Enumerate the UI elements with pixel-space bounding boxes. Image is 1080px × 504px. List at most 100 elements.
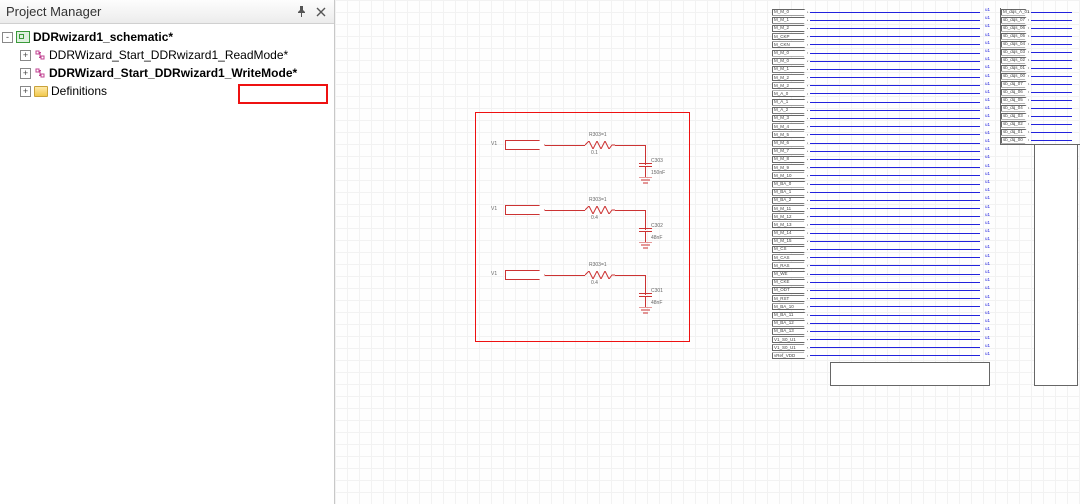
- port-icon[interactable]: [772, 25, 808, 32]
- pin-row[interactable]: M_M_1 u1: [772, 16, 992, 24]
- port-icon[interactable]: [772, 148, 808, 155]
- port-icon[interactable]: [1001, 57, 1029, 64]
- source-pin[interactable]: [505, 270, 545, 280]
- pin-row[interactable]: M_M_15 u1: [772, 237, 992, 245]
- resistor[interactable]: [585, 271, 615, 279]
- port-icon[interactable]: [772, 107, 808, 114]
- port-icon[interactable]: [1001, 33, 1029, 40]
- port-icon[interactable]: [1001, 25, 1029, 32]
- pin-row[interactable]: M_BA_2 u1: [772, 196, 992, 204]
- pin-row[interactable]: M_BA_12 u1: [772, 319, 992, 327]
- pin-row[interactable]: M_M_10 u1: [772, 172, 992, 180]
- rc-circuit[interactable]: V1 R303=1 0.4 C301 48nF: [505, 260, 675, 320]
- pin-row[interactable]: sb_dq_03: [1001, 112, 1080, 120]
- pin-row[interactable]: M_M_0 u1: [772, 8, 992, 16]
- pin-row[interactable]: M_BA_1 u1: [772, 188, 992, 196]
- port-icon[interactable]: [772, 74, 808, 81]
- pin-row[interactable]: M_CAS u1: [772, 254, 992, 262]
- port-icon[interactable]: [772, 33, 808, 40]
- pin-row[interactable]: M_BA_10 u1: [772, 303, 992, 311]
- port-icon[interactable]: [772, 230, 808, 237]
- port-icon[interactable]: [772, 181, 808, 188]
- pin-row[interactable]: M_BA_11 u1: [772, 311, 992, 319]
- port-icon[interactable]: [772, 50, 808, 57]
- expander-icon[interactable]: +: [20, 86, 31, 97]
- pin-row[interactable]: sb_dqs_03: [1001, 48, 1080, 56]
- port-icon[interactable]: [772, 279, 808, 286]
- pin-row[interactable]: M_M_2 u1: [772, 24, 992, 32]
- port-icon[interactable]: [1001, 49, 1029, 56]
- port-icon[interactable]: [772, 328, 808, 335]
- pin-row[interactable]: M_A_1 u1: [772, 98, 992, 106]
- pin-row[interactable]: M_dqs_A_01: [1001, 8, 1080, 16]
- rc-circuit[interactable]: V1 R303=1 0.1 C303 150nF: [505, 130, 675, 190]
- expander-icon[interactable]: +: [20, 50, 31, 61]
- pin-row[interactable]: sb_dq_05: [1001, 96, 1080, 104]
- port-icon[interactable]: [772, 156, 808, 163]
- port-icon[interactable]: [772, 115, 808, 122]
- port-icon[interactable]: [772, 295, 808, 302]
- pin-row[interactable]: sb_dq_04: [1001, 104, 1080, 112]
- pin-row[interactable]: sb_dqs_04: [1001, 40, 1080, 48]
- pin-row[interactable]: M_M_2 u1: [772, 82, 992, 90]
- port-icon[interactable]: [772, 66, 808, 73]
- pin-row[interactable]: M_CKE u1: [772, 278, 992, 286]
- port-icon[interactable]: [1001, 9, 1029, 16]
- tree-item-definitions[interactable]: + Definitions: [2, 82, 332, 100]
- port-icon[interactable]: [1001, 105, 1029, 112]
- port-icon[interactable]: [772, 271, 808, 278]
- pin-row[interactable]: M_M_8 u1: [772, 155, 992, 163]
- pin-row[interactable]: sb_dq_06: [1001, 88, 1080, 96]
- port-icon[interactable]: [1001, 65, 1029, 72]
- port-icon[interactable]: [772, 17, 808, 24]
- pin-row[interactable]: sb_dqs_07: [1001, 16, 1080, 24]
- pin-row[interactable]: M_M_13 u1: [772, 221, 992, 229]
- port-icon[interactable]: [772, 90, 808, 97]
- port-icon[interactable]: [772, 197, 808, 204]
- port-icon[interactable]: [772, 221, 808, 228]
- pin-row[interactable]: M_A_0 u1: [772, 90, 992, 98]
- port-icon[interactable]: [772, 123, 808, 130]
- pin-row[interactable]: M_M_2 u1: [772, 74, 992, 82]
- pin-row[interactable]: M_CKN u1: [772, 41, 992, 49]
- pin-row[interactable]: sb_dqs_05: [1001, 32, 1080, 40]
- expander-icon[interactable]: -: [2, 32, 13, 43]
- pin-row[interactable]: sb_dq_02: [1001, 120, 1080, 128]
- expander-icon[interactable]: +: [20, 68, 31, 79]
- pin-icon[interactable]: [294, 5, 308, 19]
- pin-row[interactable]: M_M_14 u1: [772, 229, 992, 237]
- schematic-canvas[interactable]: V1 R303=1 0.1 C303 150nF V1 R303=1 0.4 C…: [335, 0, 1080, 504]
- pin-row[interactable]: M_ODT u1: [772, 286, 992, 294]
- port-icon[interactable]: [772, 189, 808, 196]
- pin-row[interactable]: M_M_11 u1: [772, 205, 992, 213]
- port-icon[interactable]: [772, 172, 808, 179]
- pin-row[interactable]: sb_dqs_00: [1001, 72, 1080, 80]
- pin-row[interactable]: M_CKP u1: [772, 33, 992, 41]
- port-icon[interactable]: [1001, 113, 1029, 120]
- port-icon[interactable]: [772, 99, 808, 106]
- pin-row[interactable]: M_BA_0 u1: [772, 180, 992, 188]
- pin-row[interactable]: M_M_3 u1: [772, 114, 992, 122]
- pin-row[interactable]: M_M_6 u1: [772, 139, 992, 147]
- pin-row[interactable]: M_M_4 u1: [772, 123, 992, 131]
- port-icon[interactable]: [1001, 121, 1029, 128]
- pin-row[interactable]: M_RAS u1: [772, 262, 992, 270]
- resistor[interactable]: [585, 141, 615, 149]
- port-icon[interactable]: [772, 336, 808, 343]
- pin-row[interactable]: sb_dq_07: [1001, 80, 1080, 88]
- pin-row[interactable]: M_M_9 u1: [772, 164, 992, 172]
- resistor[interactable]: [585, 206, 615, 214]
- pin-row[interactable]: sb_dqs_06: [1001, 24, 1080, 32]
- pin-row[interactable]: M_M_12 u1: [772, 213, 992, 221]
- pin-row[interactable]: M_BA_13 u1: [772, 327, 992, 335]
- port-icon[interactable]: [1001, 129, 1029, 136]
- port-icon[interactable]: [1001, 137, 1029, 144]
- port-icon[interactable]: [1001, 73, 1029, 80]
- tree-item-readmode[interactable]: + DDRWizard_Start_DDRwizard1_ReadMode*: [2, 46, 332, 64]
- pin-row[interactable]: M_CS u1: [772, 245, 992, 253]
- port-icon[interactable]: [772, 9, 808, 16]
- pin-row[interactable]: M_M_1 u1: [772, 65, 992, 73]
- pin-row[interactable]: M_M_7 u1: [772, 147, 992, 155]
- pin-row[interactable]: M_RST u1: [772, 295, 992, 303]
- pin-row[interactable]: M_A_2 u1: [772, 106, 992, 114]
